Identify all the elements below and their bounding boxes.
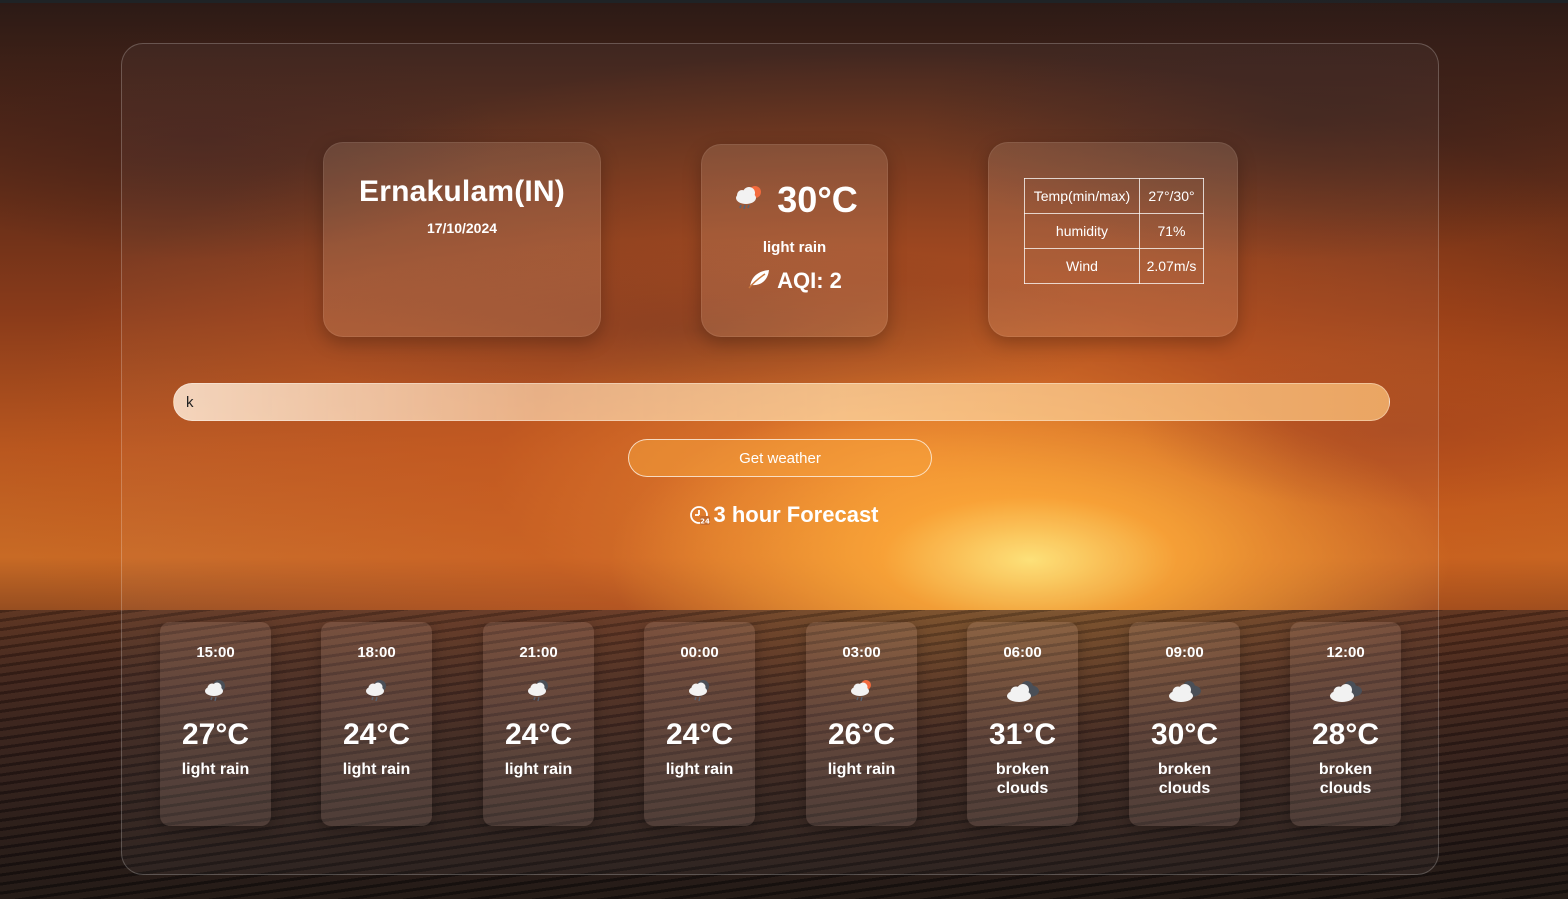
forecast-card: 00:00 24°C light rain (644, 622, 755, 826)
weather-stats-table: Temp(min/max) 27°/30° humidity 71% Wind … (1024, 178, 1204, 284)
forecast-time: 15:00 (196, 644, 235, 661)
forecast-time: 09:00 (1165, 644, 1204, 661)
forecast-temp: 31°C (988, 718, 1057, 751)
forecast-desc: broken clouds (1318, 761, 1373, 797)
weather-stats-card: Temp(min/max) 27°/30° humidity 71% Wind … (988, 142, 1238, 337)
broken-clouds-icon (1290, 678, 1401, 704)
broken-clouds-icon (1129, 678, 1240, 704)
forecast-card: 03:00 26°C light rain (806, 622, 917, 826)
forecast-card: 21:00 24°C light rain (483, 622, 594, 826)
get-weather-button[interactable]: Get weather (628, 439, 932, 477)
cloud-rain-sun-icon (806, 678, 917, 702)
city-name: Ernakulam(IN) (359, 175, 565, 208)
forecast-time: 03:00 (842, 644, 881, 661)
forecast-desc: broken clouds (995, 761, 1050, 797)
forecast-desc: light rain (504, 761, 573, 778)
aqi-value: AQI: 2 (777, 268, 842, 293)
forecast-temp: 24°C (342, 718, 411, 751)
stats-row-wind: Wind 2.07m/s (1024, 248, 1204, 284)
current-temp-row: 30°C (702, 179, 887, 221)
stats-row-humidity: humidity 71% (1024, 213, 1204, 249)
cloud-rain-icon (321, 678, 432, 702)
cloud-rain-icon (483, 678, 594, 702)
current-temperature: 30°C (777, 179, 858, 220)
forecast-card: 12:00 28°C broken clouds (1290, 622, 1401, 826)
aqi-row: AQI: 2 (702, 267, 887, 295)
broken-clouds-icon (967, 678, 1078, 704)
stats-value: 71% (1139, 213, 1204, 249)
location-card: Ernakulam(IN) 17/10/2024 (323, 142, 601, 337)
svg-text:24: 24 (701, 518, 711, 526)
city-search-input[interactable] (173, 383, 1390, 421)
forecast-temp: 24°C (665, 718, 734, 751)
forecast-temp: 30°C (1150, 718, 1219, 751)
forecast-title-text: 3 hour Forecast (713, 502, 879, 527)
forecast-time: 12:00 (1326, 644, 1365, 661)
forecast-time: 21:00 (519, 644, 558, 661)
forecast-time: 00:00 (680, 644, 719, 661)
forecast-desc: light rain (827, 761, 896, 778)
current-description: light rain (762, 239, 827, 256)
forecast-desc: light rain (181, 761, 250, 778)
forecast-time: 18:00 (357, 644, 396, 661)
stats-value: 2.07m/s (1139, 248, 1204, 284)
forecast-desc: broken clouds (1157, 761, 1212, 797)
forecast-temp: 26°C (827, 718, 896, 751)
stats-label: humidity (1024, 213, 1140, 249)
stats-value: 27°/30° (1139, 178, 1204, 214)
forecast-desc: light rain (665, 761, 734, 778)
stats-label: Wind (1024, 248, 1140, 284)
forecast-card: 15:00 27°C light rain (160, 622, 271, 826)
forecast-desc: light rain (342, 761, 411, 778)
forecast-title: 24 3 hour Forecast (0, 502, 1568, 528)
forecast-card: 18:00 24°C light rain (321, 622, 432, 826)
cloud-rain-icon (644, 678, 755, 702)
stats-row-temp: Temp(min/max) 27°/30° (1024, 178, 1204, 214)
forecast-card: 06:00 31°C broken clouds (967, 622, 1078, 826)
current-date: 17/10/2024 (426, 220, 498, 236)
forecast-card: 09:00 30°C broken clouds (1129, 622, 1240, 826)
forecast-temp: 24°C (504, 718, 573, 751)
cloud-rain-icon (160, 678, 271, 702)
stats-label: Temp(min/max) (1024, 178, 1140, 214)
leaf-icon (747, 267, 771, 295)
forecast-time: 06:00 (1003, 644, 1042, 661)
forecast-temp: 27°C (181, 718, 250, 751)
clock-24-icon: 24 (689, 504, 711, 526)
current-weather-card: 30°C light rain AQI: 2 (701, 144, 888, 337)
forecast-temp: 28°C (1311, 718, 1380, 751)
cloud-rain-sun-icon (731, 183, 765, 217)
